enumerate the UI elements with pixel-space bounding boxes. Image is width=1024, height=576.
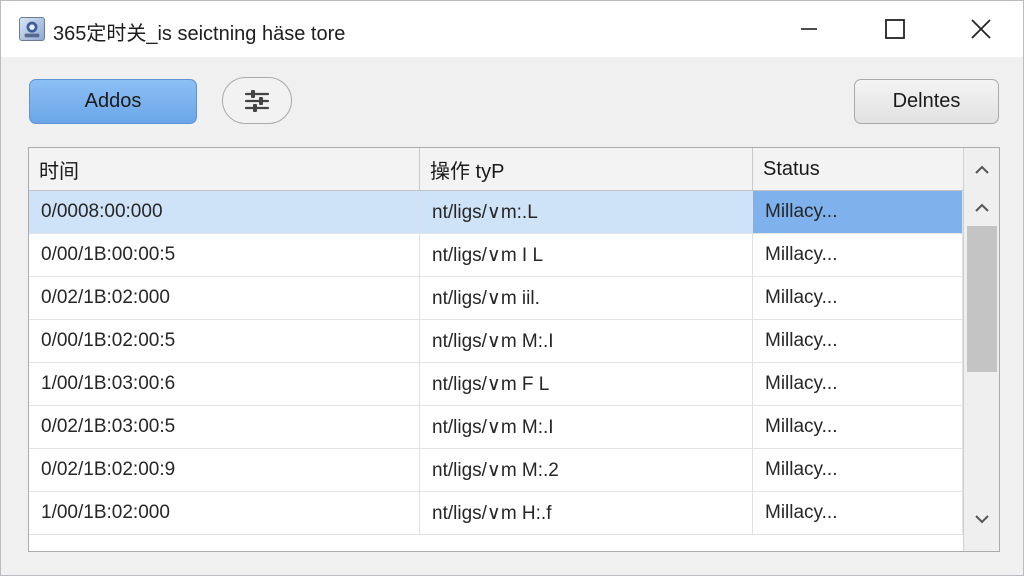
- column-header-status[interactable]: Status: [753, 148, 963, 190]
- scrollbar-thumb[interactable]: [967, 226, 997, 372]
- minimize-icon: [801, 28, 817, 30]
- minimize-button[interactable]: [777, 1, 841, 57]
- table-row[interactable]: 0/02/1B:03:00:5 nt/ligs/∨m M:.I Millacy.…: [29, 406, 963, 449]
- log-table: 时间 操作 tyP Status 0/0008:00:000 nt/ligs/∨…: [28, 147, 1000, 552]
- column-header-time[interactable]: 时间: [29, 148, 420, 190]
- table-row[interactable]: 0/0008:00:000 nt/ligs/∨m:.L Millacy...: [29, 191, 963, 234]
- app-icon: [19, 17, 45, 41]
- table-row[interactable]: 0/02/1B:02:00:9 nt/ligs/∨m M:.2 Millacy.…: [29, 449, 963, 492]
- table-row[interactable]: 0/00/1B:00:00:5 nt/ligs/∨m I L Millacy..…: [29, 234, 963, 277]
- table-row[interactable]: 1/00/1B:03:00:6 nt/ligs/∨m F L Millacy..…: [29, 363, 963, 406]
- cell-status: Millacy...: [753, 191, 963, 233]
- column-header-operation[interactable]: 操作 tyP: [420, 148, 753, 190]
- filter-button[interactable]: [222, 77, 292, 124]
- cell-time: 0/00/1B:00:00:5: [29, 234, 420, 276]
- cell-status: Millacy...: [753, 320, 963, 362]
- scroll-up-button[interactable]: [964, 150, 999, 190]
- maximize-button[interactable]: [863, 1, 927, 57]
- maximize-icon: [885, 19, 905, 39]
- vertical-scrollbar[interactable]: [963, 148, 999, 551]
- app-window: 365定时关_is seictning häse tore Addos Deln…: [0, 0, 1024, 576]
- window-title: 365定时关_is seictning häse tore: [53, 23, 346, 45]
- cell-time: 0/02/1B:03:00:5: [29, 406, 420, 448]
- scroll-down-button[interactable]: [964, 499, 999, 539]
- cell-operation: nt/ligs/∨m I L: [420, 234, 753, 276]
- delete-button[interactable]: Delntes: [854, 79, 999, 124]
- cell-time: 0/00/1B:02:00:5: [29, 320, 420, 362]
- table-row[interactable]: 0/00/1B:02:00:5 nt/ligs/∨m M:.I Millacy.…: [29, 320, 963, 363]
- cell-time: 1/00/1B:03:00:6: [29, 363, 420, 405]
- sliders-icon: [244, 89, 270, 112]
- chevron-up-icon: [975, 165, 989, 174]
- table-header: 时间 操作 tyP Status: [29, 148, 963, 191]
- scroll-page-up-button[interactable]: [964, 188, 999, 228]
- cell-status: Millacy...: [753, 449, 963, 491]
- cell-time: 0/02/1B:02:000: [29, 277, 420, 319]
- cell-status: Millacy...: [753, 406, 963, 448]
- close-button[interactable]: [949, 1, 1013, 57]
- close-icon: [971, 19, 991, 39]
- cell-operation: nt/ligs/∨m iil.: [420, 277, 753, 319]
- table-row[interactable]: 0/02/1B:02:000 nt/ligs/∨m iil. Millacy..…: [29, 277, 963, 320]
- cell-status: Millacy...: [753, 234, 963, 276]
- cell-operation: nt/ligs/∨m M:.2: [420, 449, 753, 491]
- cell-operation: nt/ligs/∨m M:.I: [420, 320, 753, 362]
- cell-time: 0/02/1B:02:00:9: [29, 449, 420, 491]
- cell-time: 0/0008:00:000: [29, 191, 420, 233]
- cell-time: 1/00/1B:02:000: [29, 492, 420, 534]
- chevron-down-icon: [975, 515, 989, 524]
- add-button[interactable]: Addos: [29, 79, 197, 124]
- chevron-up-icon: [975, 203, 989, 212]
- cell-operation: nt/ligs/∨m F L: [420, 363, 753, 405]
- cell-operation: nt/ligs/∨m M:.I: [420, 406, 753, 448]
- cell-status: Millacy...: [753, 363, 963, 405]
- cell-operation: nt/ligs/∨m:.L: [420, 191, 753, 233]
- cell-operation: nt/ligs/∨m H:.f: [420, 492, 753, 534]
- cell-status: Millacy...: [753, 277, 963, 319]
- title-bar[interactable]: 365定时关_is seictning häse tore: [1, 1, 1023, 57]
- table-row[interactable]: 1/00/1B:02:000 nt/ligs/∨m H:.f Millacy..…: [29, 492, 963, 535]
- cell-status: Millacy...: [753, 492, 963, 534]
